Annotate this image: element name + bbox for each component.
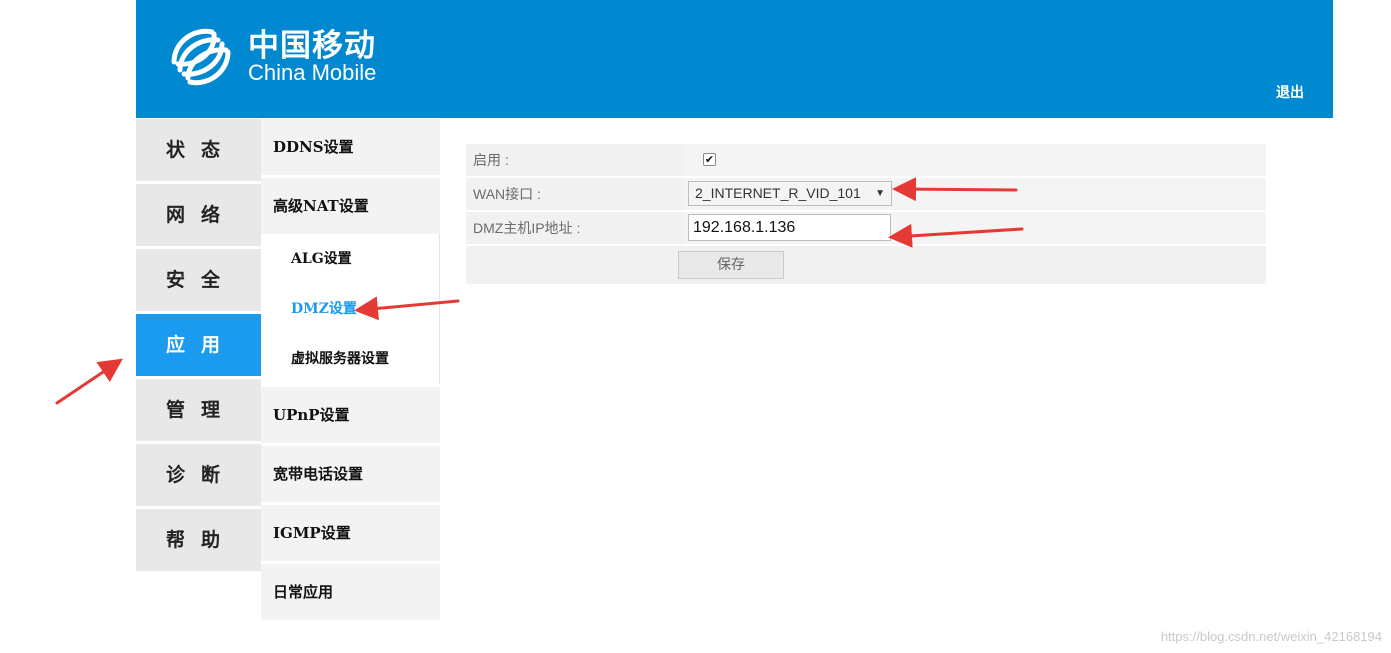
- logo-chinese-text: 中国移动: [248, 28, 376, 64]
- enable-checkbox[interactable]: ✔: [703, 153, 716, 166]
- sub-menu-item-advanced-nat[interactable]: 高级NAT设置: [261, 178, 440, 234]
- main-menu-item-management[interactable]: 管理: [136, 379, 261, 441]
- dropdown-caret-icon: ▼: [875, 188, 885, 199]
- enable-row: 启用 : ✔: [466, 144, 1266, 176]
- check-icon: ✔: [704, 153, 715, 166]
- main-menu-item-status[interactable]: 状态: [136, 119, 261, 181]
- main-menu-item-network[interactable]: 网络: [136, 184, 261, 246]
- top-header: 中国移动 China Mobile 退出: [136, 0, 1333, 118]
- main-menu: 状态 网络 安全 应用 管理 诊断 帮助: [136, 119, 261, 574]
- dmz-ip-label: DMZ主机IP地址 :: [473, 220, 581, 236]
- sub-menu-item-igmp[interactable]: IGMP设置: [261, 505, 440, 561]
- save-button[interactable]: 保存: [678, 251, 784, 279]
- third-menu-item-dmz[interactable]: DMZ设置: [273, 284, 439, 334]
- nat-submenu: ALG设置 DMZ设置 虚拟服务器设置: [273, 234, 440, 384]
- china-mobile-logo-icon: [171, 28, 231, 86]
- wan-select[interactable]: 2_INTERNET_R_VID_101 ▼: [688, 181, 892, 206]
- dmz-ip-input[interactable]: 192.168.1.136: [688, 214, 891, 241]
- sub-menu-item-upnp[interactable]: UPnP设置: [261, 387, 440, 443]
- watermark-text: https://blog.csdn.net/weixin_42168194: [1160, 629, 1382, 644]
- wan-select-value: 2_INTERNET_R_VID_101: [695, 185, 861, 201]
- arrow-to-application-icon: [55, 358, 123, 405]
- enable-label: 启用 :: [473, 152, 509, 168]
- wan-row: WAN接口 : 2_INTERNET_R_VID_101 ▼: [466, 178, 1266, 210]
- third-menu-item-alg[interactable]: ALG设置: [273, 234, 439, 284]
- logo-english-text: China Mobile: [248, 60, 377, 85]
- sub-menu: DDNS设置 高级NAT设置 ALG设置 DMZ设置 虚拟服务器设置 UPnP设…: [261, 119, 440, 623]
- dmz-form: 启用 : ✔ WAN接口 : 2_INTERNET_R_VID_101 ▼ DM…: [466, 144, 1266, 284]
- main-menu-item-diagnostics[interactable]: 诊断: [136, 444, 261, 506]
- sub-menu-item-voip[interactable]: 宽带电话设置: [261, 446, 440, 502]
- main-menu-item-security[interactable]: 安全: [136, 249, 261, 311]
- main-menu-item-help[interactable]: 帮助: [136, 509, 261, 571]
- third-menu-item-virtual-server[interactable]: 虚拟服务器设置: [273, 334, 439, 384]
- sub-menu-item-daily-apps[interactable]: 日常应用: [261, 564, 440, 620]
- logout-link[interactable]: 退出: [1276, 82, 1304, 102]
- button-row: 保存: [466, 246, 1266, 284]
- wan-label: WAN接口 :: [473, 186, 541, 202]
- main-menu-item-application[interactable]: 应用: [136, 314, 261, 376]
- dmz-ip-row: DMZ主机IP地址 : 192.168.1.136: [466, 212, 1266, 244]
- sub-menu-item-ddns[interactable]: DDNS设置: [261, 119, 440, 175]
